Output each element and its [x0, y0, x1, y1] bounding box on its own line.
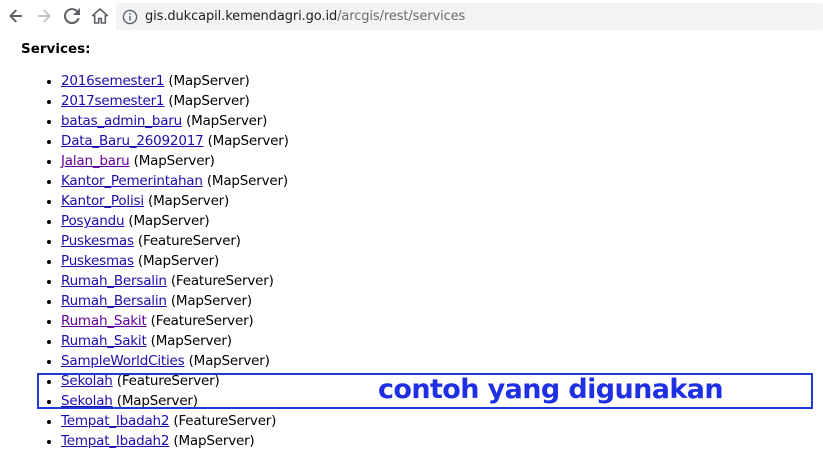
service-type: (MapServer) [150, 333, 232, 349]
page-content: Services: 2016semester1 (MapServer)2017s… [0, 33, 823, 460]
service-type: (MapServer) [186, 113, 268, 129]
service-item: SampleWorldCities (MapServer) [61, 351, 289, 371]
service-item: Puskesmas (MapServer) [61, 251, 289, 271]
service-type: (MapServer) [133, 153, 215, 169]
url-domain: gis.dukcapil.kemendagri.go.id [145, 9, 338, 24]
home-icon[interactable] [88, 4, 112, 28]
service-link[interactable]: Jalan_baru [61, 153, 130, 169]
service-link[interactable]: 2017semester1 [61, 93, 165, 109]
service-item: Sekolah (FeatureServer) [61, 371, 289, 391]
service-link[interactable]: Sekolah [61, 373, 113, 389]
service-link[interactable]: SampleWorldCities [61, 353, 185, 369]
service-item: 2016semester1 (MapServer) [61, 71, 289, 91]
service-item: Data_Baru_26092017 (MapServer) [61, 131, 289, 151]
service-item: 2017semester1 (MapServer) [61, 91, 289, 111]
service-item: Kantor_Pemerintahan (MapServer) [61, 171, 289, 191]
service-type: (MapServer) [206, 173, 288, 189]
service-link[interactable]: 2016semester1 [61, 73, 165, 89]
service-type: (MapServer) [173, 433, 255, 449]
url-text[interactable]: gis.dukcapil.kemendagri.go.id/arcgis/res… [145, 9, 465, 24]
service-type: (MapServer) [170, 293, 252, 309]
service-type: (MapServer) [137, 253, 220, 269]
service-item: Tempat_Ibadah2 (MapServer) [61, 431, 289, 451]
service-type: (MapServer) [168, 73, 250, 89]
reload-icon[interactable] [60, 4, 84, 28]
service-type: (MapServer) [148, 193, 230, 209]
service-link[interactable]: Puskesmas [61, 233, 134, 249]
info-icon[interactable] [121, 8, 139, 26]
service-type: (MapServer) [128, 213, 210, 229]
browser-toolbar: gis.dukcapil.kemendagri.go.id/arcgis/res… [0, 0, 823, 33]
service-link[interactable]: Rumah_Sakit [61, 313, 147, 329]
service-link[interactable]: Tempat_Ibadah2 [61, 433, 170, 449]
services-list: 2016semester1 (MapServer)2017semester1 (… [0, 71, 289, 451]
service-type: (FeatureServer) [150, 313, 254, 329]
service-item: Puskesmas (FeatureServer) [61, 231, 289, 251]
service-item: Rumah_Sakit (FeatureServer) [61, 311, 289, 331]
service-link[interactable]: Posyandu [61, 213, 124, 229]
service-link[interactable]: Kantor_Pemerintahan [61, 173, 203, 189]
service-item: Rumah_Sakit (MapServer) [61, 331, 289, 351]
services-heading: Services: [21, 41, 91, 57]
service-link[interactable]: Rumah_Bersalin [61, 293, 167, 309]
service-link[interactable]: Kantor_Polisi [61, 193, 144, 209]
service-link[interactable]: Data_Baru_26092017 [61, 133, 204, 149]
service-item: Tempat_Ibadah2 (FeatureServer) [61, 411, 289, 431]
service-type: (FeatureServer) [137, 233, 241, 249]
service-type: (MapServer) [168, 93, 250, 109]
annotation-text: contoh yang digunakan [378, 374, 724, 405]
service-item: Rumah_Bersalin (MapServer) [61, 291, 289, 311]
service-type: (MapServer) [207, 133, 289, 149]
service-item: Kantor_Polisi (MapServer) [61, 191, 289, 211]
url-path: /arcgis/rest/services [337, 9, 466, 24]
service-type: (MapServer) [188, 353, 270, 369]
service-link[interactable]: Puskesmas [61, 253, 134, 269]
forward-arrow-icon[interactable] [32, 4, 56, 28]
service-link[interactable]: batas_admin_baru [61, 113, 182, 129]
service-item: batas_admin_baru (MapServer) [61, 111, 289, 131]
service-type: (FeatureServer) [116, 373, 220, 389]
service-item: Rumah_Bersalin (FeatureServer) [61, 271, 289, 291]
address-bar[interactable]: gis.dukcapil.kemendagri.go.id/arcgis/res… [116, 3, 823, 30]
service-link[interactable]: Sekolah [61, 393, 113, 409]
service-type: (FeatureServer) [170, 273, 274, 289]
service-item: Posyandu (MapServer) [61, 211, 289, 231]
service-link[interactable]: Rumah_Bersalin [61, 273, 167, 289]
service-link[interactable]: Rumah_Sakit [61, 333, 147, 349]
service-item: Sekolah (MapServer) [61, 391, 289, 411]
service-item: Jalan_baru (MapServer) [61, 151, 289, 171]
service-link[interactable]: Tempat_Ibadah2 [61, 413, 170, 429]
back-arrow-icon[interactable] [4, 4, 28, 28]
service-type: (FeatureServer) [173, 413, 277, 429]
service-type: (MapServer) [116, 393, 198, 409]
